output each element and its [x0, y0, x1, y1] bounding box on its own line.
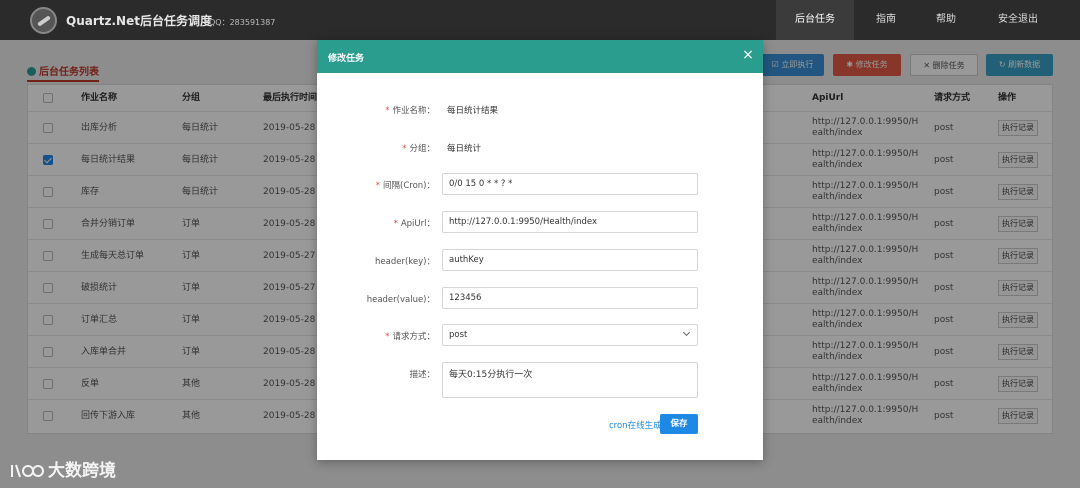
job-name-value: 每日统计结果: [447, 106, 499, 116]
group-label: * 分组：: [402, 144, 435, 154]
header-key-label: header(key)：: [375, 257, 435, 267]
nav-guide[interactable]: 指南: [862, 0, 910, 40]
header-value-label: header(value)：: [366, 295, 435, 305]
group-value: 每日统计: [447, 144, 482, 154]
apiurl-input[interactable]: http://127.0.0.1:9950/Health/index: [442, 211, 698, 233]
method-select[interactable]: post: [442, 324, 698, 346]
cron-input[interactable]: 0/0 15 0 * * ? *: [442, 173, 698, 195]
edit-task-dialog: 修改任务 × * 作业名称： 每日统计结果 * 分组： 每日统计 * 间隔(Cron)…: [317, 40, 763, 460]
nav-help[interactable]: 帮助: [922, 0, 970, 40]
cron-label: * 间隔(Cron)：: [375, 181, 435, 191]
dialog-title: 修改任务: [328, 54, 365, 64]
description-textarea[interactable]: 每天0:15分执行一次: [442, 362, 698, 398]
dialog-header: 修改任务 ×: [317, 40, 763, 73]
nav-logout[interactable]: 安全退出: [984, 0, 1052, 40]
watermark-logo-icon: [11, 464, 44, 478]
top-bar: Quartz.Net后台任务调度 QQ：283591387 后台任务 指南 帮助…: [0, 0, 1080, 40]
close-icon[interactable]: ×: [741, 48, 755, 62]
chevron-down-icon: [682, 328, 691, 337]
apiurl-label: * ApiUrl：: [393, 219, 435, 229]
cron-generator-link[interactable]: cron在线生成: [609, 419, 662, 431]
logo-icon: [30, 7, 57, 34]
watermark: 大数跨境: [10, 456, 116, 481]
header-value-input[interactable]: 123456: [442, 287, 698, 309]
method-label: * 请求方式：: [385, 332, 435, 342]
header-key-input[interactable]: authKey: [442, 249, 698, 271]
nav-background-tasks[interactable]: 后台任务: [776, 0, 854, 40]
job-name-label: * 作业名称：: [385, 106, 435, 116]
description-label: 描述：: [409, 370, 435, 380]
save-button[interactable]: 保存: [660, 414, 698, 434]
qq-contact: QQ：283591387: [209, 18, 276, 27]
app-title: Quartz.Net后台任务调度: [66, 14, 212, 28]
